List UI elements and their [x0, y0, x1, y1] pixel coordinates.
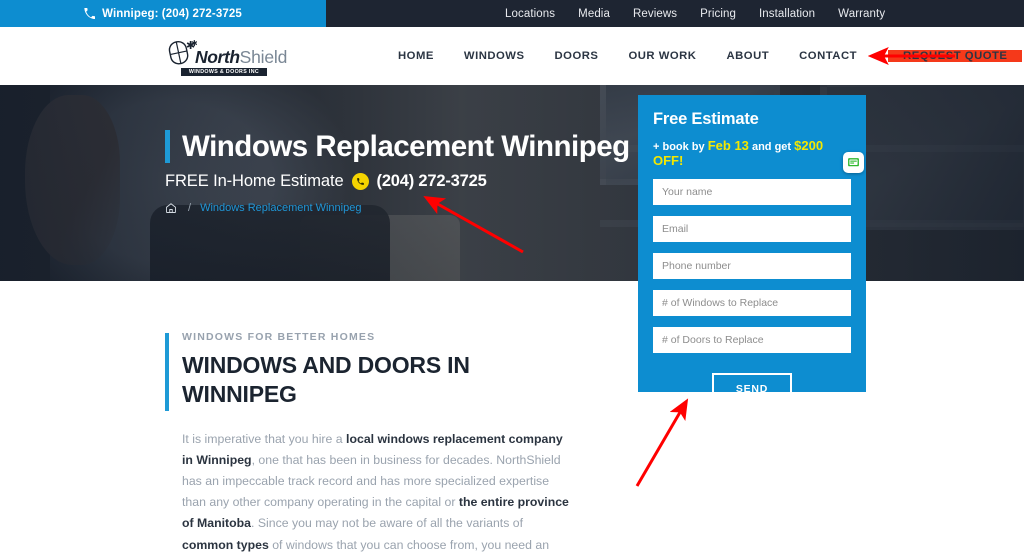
send-button[interactable]: SEND — [711, 373, 793, 405]
phone-number-field[interactable] — [653, 253, 851, 279]
paragraph-part-3: . Since you may not be aware of all the … — [251, 516, 524, 531]
topbar-link-warranty[interactable]: Warranty — [838, 8, 885, 20]
section-eyebrow: WINDOWS FOR BETTER HOMES — [182, 331, 376, 343]
section-paragraph: It is imperative that you hire a local w… — [182, 429, 574, 553]
estimate-promo-text: + book by Feb 13 and get $200 OFF! — [653, 138, 851, 168]
site-header: ✱ ✱ NorthShield WINDOWS & DOORS INC HOME… — [0, 27, 1024, 85]
request-quote-button[interactable]: REQUEST QUOTE — [888, 50, 1023, 62]
breadcrumb-current[interactable]: Windows Replacement Winnipeg — [200, 202, 361, 214]
paragraph-bold-3: common types — [182, 537, 269, 552]
page-root: Winnipeg: (204) 272-3725 Locations Media… — [0, 0, 1024, 553]
top-utility-bar: Winnipeg: (204) 272-3725 Locations Media… — [0, 0, 1024, 27]
logo[interactable]: ✱ ✱ NorthShield WINDOWS & DOORS INC — [167, 37, 288, 76]
svg-text:✱: ✱ — [191, 39, 197, 48]
promo-prefix: + book by — [653, 141, 708, 153]
topbar-phone-block[interactable]: Winnipeg: (204) 272-3725 — [0, 0, 326, 27]
phone-number-input[interactable] — [662, 260, 842, 272]
page-title: Windows Replacement Winnipeg — [182, 130, 630, 163]
doors-count-field[interactable] — [653, 327, 851, 353]
paragraph-part-1: It is imperative that you hire a — [182, 431, 347, 446]
section-title: WINDOWS AND DOORS IN WINNIPEG — [182, 352, 470, 408]
intro-section: WINDOWS FOR BETTER HOMES WINDOWS AND DOO… — [165, 331, 569, 553]
free-estimate-form: Free Estimate + book by Feb 13 and get $… — [638, 95, 866, 405]
hero-estimate-label: FREE In-Home Estimate — [165, 172, 344, 191]
windows-count-input[interactable] — [662, 297, 842, 309]
estimate-form-title: Free Estimate — [653, 110, 759, 128]
topbar-link-media[interactable]: Media — [578, 8, 610, 20]
hero-content: Windows Replacement Winnipeg FREE In-Hom… — [165, 130, 685, 214]
promo-date: Feb 13 — [707, 138, 749, 153]
promo-middle: and get — [748, 141, 795, 153]
topbar-link-installation[interactable]: Installation — [759, 8, 815, 20]
logo-window-icon: ✱ ✱ — [167, 37, 198, 67]
topbar-nav: Locations Media Reviews Pricing Installa… — [505, 0, 885, 27]
logo-tagline: WINDOWS & DOORS INC — [181, 68, 267, 76]
doors-count-input[interactable] — [662, 334, 842, 346]
topbar-link-locations[interactable]: Locations — [505, 8, 555, 20]
arrow-to-estimate-form — [635, 398, 689, 487]
windows-count-field[interactable] — [653, 290, 851, 316]
section-accent-bar — [165, 333, 169, 411]
nav-item-home[interactable]: HOME — [383, 50, 449, 62]
hero-accent-bar — [165, 130, 170, 164]
nav-item-contact[interactable]: CONTACT — [784, 50, 872, 62]
nav-item-about[interactable]: ABOUT — [711, 50, 784, 62]
logo-name-secondary: Shield — [239, 47, 288, 67]
topbar-link-pricing[interactable]: Pricing — [700, 8, 736, 20]
breadcrumb: / Windows Replacement Winnipeg — [165, 202, 685, 214]
nav-item-windows[interactable]: WINDOWS — [449, 50, 540, 62]
browser-extension-icon[interactable] — [843, 152, 864, 173]
phone-icon — [84, 8, 96, 19]
topbar-phone-label: Winnipeg: (204) 272-3725 — [102, 7, 242, 20]
topbar-link-reviews[interactable]: Reviews — [633, 8, 677, 20]
your-name-input[interactable] — [662, 186, 842, 198]
breadcrumb-separator: / — [188, 202, 192, 215]
hero-phone-number[interactable]: (204) 272-3725 — [377, 172, 487, 191]
nav-item-doors[interactable]: DOORS — [540, 50, 614, 62]
logo-name-primary: North — [195, 47, 240, 67]
hero-subtitle: FREE In-Home Estimate (204) 272-3725 — [165, 172, 685, 191]
your-name-field[interactable] — [653, 179, 851, 205]
home-icon[interactable] — [165, 202, 177, 214]
email-input[interactable] — [662, 223, 842, 235]
phone-icon — [351, 173, 369, 191]
email-field[interactable] — [653, 216, 851, 242]
main-nav: HOME WINDOWS DOORS OUR WORK ABOUT CONTAC… — [383, 27, 1023, 85]
nav-item-our-work[interactable]: OUR WORK — [613, 50, 711, 62]
hero-banner: Windows Replacement Winnipeg FREE In-Hom… — [0, 85, 1024, 281]
